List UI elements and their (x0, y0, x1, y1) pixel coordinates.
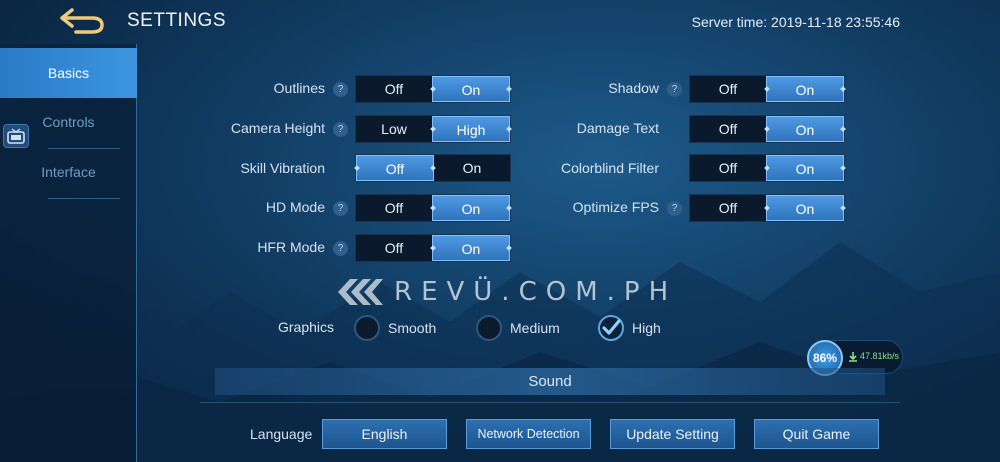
setting-colorblind-filter-label: Colorblind Filter (560, 160, 659, 176)
colorblind-filter-on-option[interactable]: On (766, 155, 844, 181)
back-arrow-icon (60, 8, 104, 34)
outlines-toggle[interactable]: Off On (355, 75, 511, 103)
radio-circle (476, 315, 502, 341)
skill-vibration-toggle[interactable]: Off On (355, 154, 511, 182)
outlines-off-option[interactable]: Off (356, 76, 432, 102)
help-icon[interactable]: ? (333, 122, 348, 137)
shadow-toggle[interactable]: Off On (689, 75, 845, 103)
server-time-value: 2019-11-18 23:55:46 (771, 14, 900, 30)
camera-height-toggle[interactable]: Low High (355, 115, 511, 143)
camera-height-high-option[interactable]: High (432, 116, 510, 142)
skill-vibration-on-option[interactable]: On (434, 155, 510, 181)
graphics-medium-radio[interactable]: Medium (476, 314, 560, 342)
colorblind-filter-toggle[interactable]: Off On (689, 154, 845, 182)
radio-circle-checked (598, 315, 624, 341)
damage-text-off-option[interactable]: Off (690, 116, 766, 142)
checkmark-icon (602, 319, 621, 335)
sidebar: Basics Controls Interface (0, 44, 137, 462)
damage-text-toggle[interactable]: Off On (689, 115, 845, 143)
hd-mode-off-option[interactable]: Off (356, 195, 432, 221)
update-setting-button[interactable]: Update Setting (610, 419, 735, 449)
help-icon[interactable]: ? (667, 82, 682, 97)
watermark: REVÜ.COM.PH (336, 277, 677, 307)
language-select-button[interactable]: English (322, 419, 447, 449)
optimize-fps-off-option[interactable]: Off (690, 195, 766, 221)
graphics-high-label: High (632, 320, 661, 336)
hfr-mode-off-option[interactable]: Off (356, 235, 432, 261)
graphics-smooth-label: Smooth (388, 320, 437, 336)
back-button[interactable] (58, 6, 108, 36)
footer-divider (200, 402, 900, 403)
header: SETTINGS Server time: 2019-11-18 23:55:4… (0, 0, 1000, 44)
radio-circle (354, 315, 380, 341)
hd-mode-toggle[interactable]: Off On (355, 194, 511, 222)
sound-section-button[interactable]: Sound (215, 368, 885, 395)
network-detection-button[interactable]: Network Detection (466, 419, 591, 449)
setting-camera-height-label: Camera Height? (190, 120, 348, 137)
download-icon (849, 352, 857, 362)
sidebar-item-basics[interactable]: Basics (0, 48, 137, 98)
optimize-fps-toggle[interactable]: Off On (689, 194, 845, 222)
setting-hfr-mode-label: HFR Mode? (190, 239, 348, 256)
shadow-off-option[interactable]: Off (690, 76, 766, 102)
watermark-text: REVÜ.COM.PH (394, 277, 678, 307)
graphics-medium-label: Medium (510, 320, 560, 336)
hfr-mode-toggle[interactable]: Off On (355, 234, 511, 262)
setting-hd-mode-label: HD Mode? (190, 199, 348, 216)
help-icon[interactable]: ? (333, 82, 348, 97)
shadow-on-option[interactable]: On (766, 76, 844, 102)
watermark-logo-icon (338, 279, 383, 305)
setting-skill-vibration-label: Skill Vibration (240, 160, 325, 176)
outlines-on-option[interactable]: On (432, 76, 510, 102)
camera-height-low-option[interactable]: Low (356, 116, 432, 142)
optimize-fps-on-option[interactable]: On (766, 195, 844, 221)
setting-shadow-label: Shadow? (520, 80, 682, 97)
setting-outlines-label: Outlines? (190, 80, 348, 97)
help-icon[interactable]: ? (333, 201, 348, 216)
language-label: Language (250, 426, 313, 442)
skill-vibration-off-option[interactable]: Off (356, 155, 434, 181)
colorblind-filter-off-option[interactable]: Off (690, 155, 766, 181)
quit-game-button[interactable]: Quit Game (754, 419, 879, 449)
graphics-smooth-radio[interactable]: Smooth (354, 314, 436, 342)
server-time-label: Server time: (691, 14, 768, 30)
network-speed: 47.81kb/s (860, 351, 900, 361)
hd-mode-on-option[interactable]: On (432, 195, 510, 221)
hfr-mode-on-option[interactable]: On (432, 235, 510, 261)
sidebar-item-interface[interactable]: Interface (0, 147, 137, 197)
graphics-high-radio[interactable]: High (598, 314, 661, 342)
help-icon[interactable]: ? (333, 241, 348, 256)
graphics-label: Graphics (278, 319, 335, 335)
page-title: SETTINGS (127, 10, 227, 31)
server-time: Server time: 2019-11-18 23:55:46 (692, 14, 900, 30)
damage-text-on-option[interactable]: On (766, 116, 844, 142)
help-icon[interactable]: ? (667, 201, 682, 216)
setting-optimize-fps-label: Optimize FPS? (520, 199, 682, 216)
sidebar-divider (48, 198, 120, 199)
setting-damage-text-label: Damage Text (576, 120, 659, 136)
tv-icon[interactable] (3, 124, 29, 148)
